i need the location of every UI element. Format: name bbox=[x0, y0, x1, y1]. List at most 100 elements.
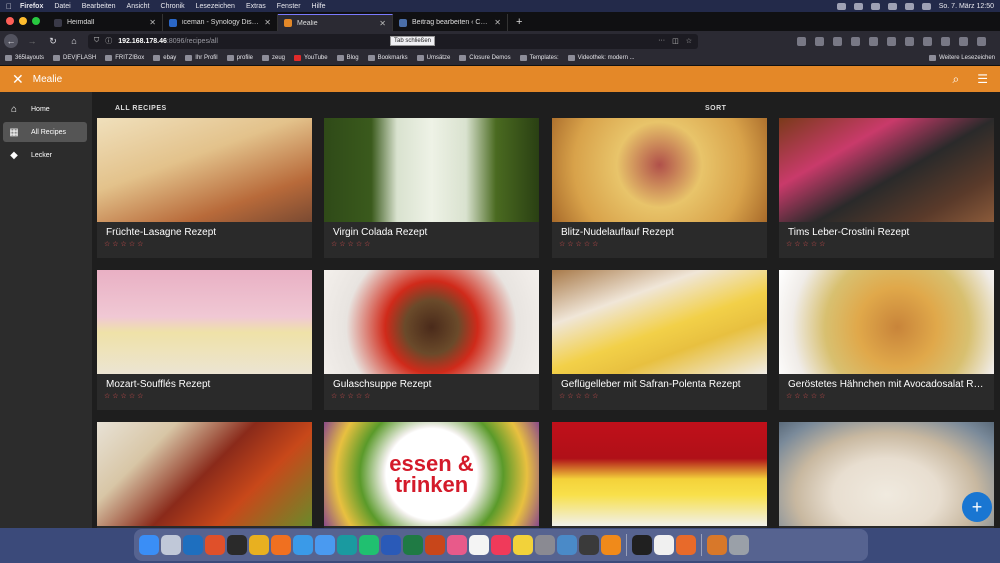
menu-extras[interactable]: Extras bbox=[246, 3, 266, 10]
bookmark-item[interactable]: Umsätze bbox=[416, 55, 450, 61]
recipe-card[interactable]: Tims Leber-Crostini Rezept ☆☆☆☆☆ bbox=[779, 118, 994, 258]
menu-fenster[interactable]: Fenster bbox=[277, 3, 301, 10]
terminal2-icon[interactable] bbox=[632, 535, 652, 555]
recipe-card[interactable]: Gulaschsuppe Rezept ☆☆☆☆☆ bbox=[324, 270, 539, 410]
forward-arrow-icon[interactable]: → bbox=[25, 34, 39, 48]
star-rating[interactable]: ☆☆☆☆☆ bbox=[97, 238, 312, 248]
bookmark-star-icon[interactable]: ☆ bbox=[686, 37, 692, 45]
firefox-icon[interactable] bbox=[271, 535, 291, 555]
apple-icon[interactable]:  bbox=[6, 2, 12, 11]
bookmark-item[interactable]: profile bbox=[226, 55, 253, 61]
powerpoint-icon[interactable] bbox=[425, 535, 445, 555]
trash-icon[interactable] bbox=[729, 535, 749, 555]
shield-icon[interactable]: ⛉ bbox=[94, 37, 99, 45]
finder-icon[interactable] bbox=[139, 535, 159, 555]
preview-icon[interactable] bbox=[557, 535, 577, 555]
menu-hilfe[interactable]: Hilfe bbox=[312, 3, 326, 10]
wifi-icon[interactable] bbox=[853, 2, 863, 10]
arduino-icon[interactable] bbox=[337, 535, 357, 555]
recipe-card[interactable]: Bauerntopf Rezept☆☆☆☆☆ bbox=[97, 422, 312, 528]
bookmark-item[interactable]: zeug bbox=[261, 55, 285, 61]
textedit-icon[interactable] bbox=[654, 535, 674, 555]
recipe-image[interactable] bbox=[97, 422, 312, 526]
extension-icon[interactable] bbox=[959, 36, 968, 46]
word-icon[interactable] bbox=[381, 535, 401, 555]
nav-home[interactable]: ⌂ Home bbox=[3, 99, 87, 119]
photos-icon[interactable] bbox=[447, 535, 467, 555]
recipe-card[interactable]: Früchte-Lasagne Rezept ☆☆☆☆☆ bbox=[97, 118, 312, 258]
search-icon[interactable]: ⌕ bbox=[953, 72, 960, 87]
search-icon[interactable] bbox=[904, 2, 914, 10]
launchpad-icon[interactable] bbox=[161, 535, 181, 555]
recipe-title[interactable]: Virgin Colada Rezept bbox=[324, 222, 529, 238]
battery-icon[interactable] bbox=[887, 2, 897, 10]
zoom-window-button[interactable] bbox=[32, 17, 40, 25]
bluetooth-icon[interactable] bbox=[870, 2, 880, 10]
settings-icon[interactable] bbox=[535, 535, 555, 555]
recipe-title[interactable]: Gulaschsuppe Rezept bbox=[324, 374, 529, 390]
star-rating[interactable]: ☆☆☆☆☆ bbox=[779, 390, 994, 400]
bookmark-item[interactable]: DEV|FLASH bbox=[53, 55, 96, 61]
menu-datei[interactable]: Datei bbox=[54, 3, 70, 10]
recipe-card[interactable]: Blumenkohlsuppe Rezept☆☆☆☆☆ bbox=[779, 422, 994, 528]
star-rating[interactable]: ☆☆☆☆☆ bbox=[97, 390, 312, 400]
bookmark-item[interactable]: Templates: bbox=[519, 55, 559, 61]
books-icon[interactable] bbox=[579, 535, 599, 555]
reader-icon[interactable] bbox=[833, 36, 842, 46]
compass-icon[interactable] bbox=[676, 535, 696, 555]
menu-icon[interactable]: ☰ bbox=[977, 72, 988, 87]
add-recipe-button[interactable]: + bbox=[962, 492, 992, 522]
star-rating[interactable]: ☆☆☆☆☆ bbox=[324, 238, 539, 248]
vscode-icon[interactable] bbox=[183, 535, 203, 555]
pycharm-icon[interactable] bbox=[359, 535, 379, 555]
recipe-card[interactable]: Geflügelleber mit Safran-Polenta Rezept ☆… bbox=[552, 270, 767, 410]
minimize-window-button[interactable] bbox=[19, 17, 27, 25]
extension-icon[interactable] bbox=[851, 36, 860, 46]
close-icon[interactable]: ✕ bbox=[494, 18, 501, 27]
recipe-card[interactable]: Blitz-Nudelauflauf Rezept ☆☆☆☆☆ bbox=[552, 118, 767, 258]
recipe-card[interactable]: essen & trinkenessen & trinken☆☆☆☆☆ bbox=[324, 422, 539, 528]
archive-icon[interactable] bbox=[707, 535, 727, 555]
recipe-title[interactable]: Bauerntopf Rezept bbox=[97, 526, 302, 528]
star-rating[interactable]: ☆☆☆☆☆ bbox=[779, 238, 994, 248]
recipe-title[interactable]: Quarksoufflés Rezept bbox=[552, 526, 757, 528]
recipe-image[interactable]: essen & trinken bbox=[324, 422, 539, 526]
star-rating[interactable]: ☆☆☆☆☆ bbox=[552, 390, 767, 400]
extension-icon[interactable] bbox=[887, 36, 896, 46]
more-actions-icon[interactable]: ··· bbox=[658, 37, 665, 45]
bookmark-item[interactable]: Blog bbox=[336, 55, 359, 61]
recipe-title[interactable]: Mozart-Soufflés Rezept bbox=[97, 374, 302, 390]
menu-ansicht[interactable]: Ansicht bbox=[127, 3, 150, 10]
recipe-card[interactable]: Quarksoufflés Rezept☆☆☆☆☆ bbox=[552, 422, 767, 528]
bookmark-item[interactable]: Videothek: modern ... bbox=[567, 55, 635, 61]
control-center-icon[interactable] bbox=[921, 2, 931, 10]
other-bookmarks[interactable]: Weitere Lesezeichen bbox=[929, 55, 995, 61]
menu-clock[interactable]: So. 7. März 12:50 bbox=[939, 3, 994, 10]
tab-heimdall[interactable]: Heimdall ✕ bbox=[48, 14, 163, 31]
tab-synology[interactable]: iceman - Synology DiskStation ✕ bbox=[163, 14, 278, 31]
recipe-image[interactable] bbox=[324, 118, 539, 222]
bookmark-item[interactable]: Bookmarks bbox=[367, 55, 408, 61]
vpn-icon[interactable] bbox=[836, 2, 846, 10]
recipe-image[interactable] bbox=[552, 270, 767, 374]
app-brand[interactable]: Mealie bbox=[33, 74, 62, 85]
recipe-image[interactable] bbox=[552, 422, 767, 526]
home-icon[interactable]: ⌂ bbox=[67, 34, 81, 48]
tab-wordpress[interactable]: Beitrag bearbeiten ‹ Chris — W ✕ bbox=[393, 14, 508, 31]
extension-icon[interactable] bbox=[941, 36, 950, 46]
excel-icon[interactable] bbox=[403, 535, 423, 555]
extension-icon[interactable] bbox=[923, 36, 932, 46]
bookmark-item[interactable]: FRITZ!Box bbox=[105, 55, 144, 61]
recipe-title[interactable]: Tims Leber-Crostini Rezept bbox=[779, 222, 984, 238]
recipe-title[interactable]: Geflügelleber mit Safran-Polenta Rezept bbox=[552, 374, 757, 390]
recipe-title[interactable]: Geröstetes Hähnchen mit Avocadosalat Rez… bbox=[779, 374, 984, 390]
bookmark-item[interactable]: YouTube bbox=[294, 55, 328, 61]
reload-icon[interactable]: ↻ bbox=[46, 34, 60, 48]
recipe-image[interactable] bbox=[779, 270, 994, 374]
recipe-title[interactable]: essen & trinken bbox=[324, 526, 529, 528]
vlc-icon[interactable] bbox=[601, 535, 621, 555]
tab-mealie[interactable]: Mealie ✕ bbox=[278, 14, 393, 31]
close-icon[interactable]: ✕ bbox=[149, 18, 156, 27]
recipe-image[interactable] bbox=[779, 118, 994, 222]
safari-icon[interactable] bbox=[293, 535, 313, 555]
